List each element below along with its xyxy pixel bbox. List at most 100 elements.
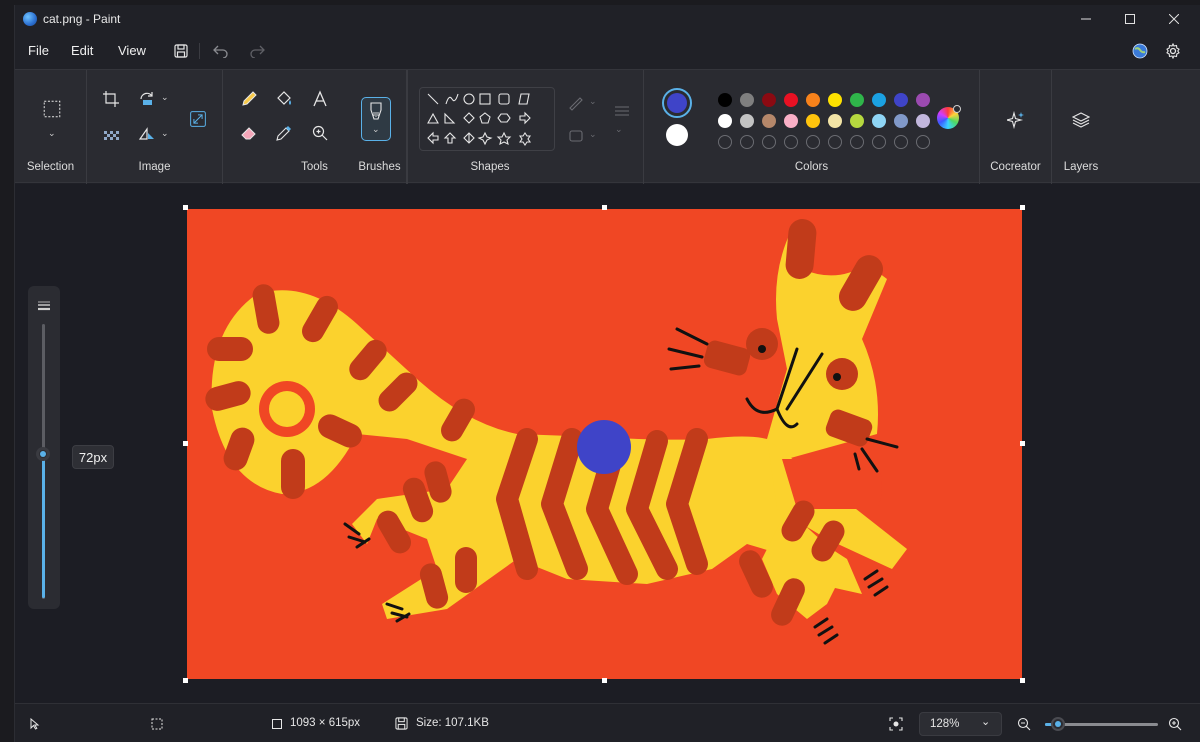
- primary-color-ring[interactable]: [662, 88, 692, 118]
- palette-swatch[interactable]: [806, 93, 820, 107]
- palette-swatch[interactable]: [850, 114, 864, 128]
- zoom-value: 128%: [930, 718, 960, 730]
- custom-color-slot[interactable]: [828, 135, 842, 149]
- palette-swatch[interactable]: [894, 114, 908, 128]
- resize-handle-top-right[interactable]: [1020, 205, 1025, 210]
- palette-swatch[interactable]: [828, 93, 842, 107]
- brush-size-thumb[interactable]: [36, 447, 50, 461]
- rotate-button[interactable]: [135, 87, 159, 111]
- palette-swatch[interactable]: [718, 114, 732, 128]
- palette-swatch[interactable]: [916, 114, 930, 128]
- custom-color-slot[interactable]: [762, 135, 776, 149]
- chevron-down-icon[interactable]: ⌄: [372, 124, 380, 135]
- maximize-button[interactable]: [1108, 5, 1152, 33]
- outline-button[interactable]: [564, 91, 588, 115]
- undo-button[interactable]: [211, 41, 231, 61]
- fill-tool[interactable]: [272, 87, 296, 111]
- menu-file[interactable]: File: [28, 43, 49, 58]
- chevron-down-icon[interactable]: ⌄: [589, 129, 597, 140]
- custom-color-slot[interactable]: [894, 135, 908, 149]
- checkerboard-icon: [104, 131, 119, 140]
- zoom-out-icon[interactable]: [1017, 717, 1031, 731]
- palette-swatch[interactable]: [850, 93, 864, 107]
- custom-color-slot[interactable]: [718, 135, 732, 149]
- close-icon: [1169, 14, 1179, 24]
- palette-swatch[interactable]: [894, 93, 908, 107]
- add-color-icon: [953, 105, 961, 113]
- palette-swatch[interactable]: [762, 93, 776, 107]
- resize-handle-bottom-left[interactable]: [183, 678, 188, 683]
- zoom-slider-thumb[interactable]: [1051, 717, 1065, 731]
- cocreator-button[interactable]: [1004, 108, 1028, 132]
- palette-swatch[interactable]: [762, 114, 776, 128]
- resize-handle-bottom-right[interactable]: [1020, 678, 1025, 683]
- zoom-dropdown[interactable]: 128% ⌄: [919, 712, 1002, 736]
- stroke-size-button[interactable]: [610, 99, 634, 123]
- chevron-down-icon[interactable]: ⌄: [48, 128, 56, 139]
- group-label-image: Image: [138, 161, 171, 173]
- minimize-button[interactable]: [1064, 5, 1108, 33]
- status-bar: 1093 × 615px Size: 107.1KB 128% ⌄: [15, 703, 1200, 742]
- palette-swatch[interactable]: [740, 93, 754, 107]
- custom-color-slot[interactable]: [916, 135, 930, 149]
- palette-swatch[interactable]: [872, 93, 886, 107]
- resize-handle-left[interactable]: [183, 441, 188, 446]
- chevron-down-icon[interactable]: ⌄: [161, 128, 169, 139]
- chevron-down-icon[interactable]: ⌄: [589, 96, 597, 107]
- maximize-icon: [1125, 14, 1135, 24]
- fill-button[interactable]: [564, 124, 588, 148]
- resize-handle-top[interactable]: [602, 205, 607, 210]
- layers-button[interactable]: [1069, 108, 1093, 132]
- chevron-down-icon[interactable]: ⌄: [615, 124, 623, 135]
- palette-swatch[interactable]: [828, 114, 842, 128]
- palette-swatch[interactable]: [784, 93, 798, 107]
- redo-button[interactable]: [247, 41, 267, 61]
- fit-to-window-icon[interactable]: [889, 717, 903, 731]
- text-tool[interactable]: [308, 87, 332, 111]
- custom-color-slot[interactable]: [740, 135, 754, 149]
- save-button[interactable]: [171, 41, 191, 61]
- rectangle-shape-icon: [479, 93, 491, 105]
- shapes-icons[interactable]: [424, 90, 554, 150]
- palette-swatch[interactable]: [740, 114, 754, 128]
- settings-button[interactable]: [1163, 41, 1183, 61]
- resize-handle-right[interactable]: [1020, 441, 1025, 446]
- drawing-canvas[interactable]: [187, 209, 1022, 679]
- curve-shape-icon: [445, 93, 459, 105]
- color-picker-tool[interactable]: [272, 121, 296, 145]
- selection-tool[interactable]: [39, 96, 65, 122]
- star-four-icon: [477, 131, 493, 146]
- undo-icon: [213, 45, 228, 58]
- diamond-shape-icon: [463, 112, 475, 124]
- pencil-tool[interactable]: [237, 87, 261, 111]
- custom-color-slot[interactable]: [806, 135, 820, 149]
- palette-swatch[interactable]: [784, 114, 798, 128]
- flip-button[interactable]: [135, 123, 159, 147]
- secondary-color-swatch[interactable]: [666, 124, 688, 146]
- resize-handle-top-left[interactable]: [183, 205, 188, 210]
- eraser-tool[interactable]: [237, 121, 261, 145]
- custom-color-slot[interactable]: [872, 135, 886, 149]
- palette-swatch[interactable]: [718, 93, 732, 107]
- custom-color-slot[interactable]: [784, 135, 798, 149]
- paint-app-icon: [23, 12, 37, 26]
- resize-button[interactable]: [185, 106, 211, 132]
- close-button[interactable]: [1152, 5, 1196, 33]
- crop-button[interactable]: [99, 87, 123, 111]
- resize-handle-bottom[interactable]: [602, 678, 607, 683]
- custom-color-slot[interactable]: [850, 135, 864, 149]
- palette-swatch[interactable]: [806, 114, 820, 128]
- magnifier-tool[interactable]: [308, 121, 332, 145]
- account-button[interactable]: [1130, 41, 1150, 61]
- palette-swatch[interactable]: [916, 93, 930, 107]
- brushes-button[interactable]: ⌄: [361, 97, 391, 141]
- zoom-in-icon[interactable]: [1168, 717, 1182, 731]
- menu-divider: [199, 43, 200, 59]
- rectangle-select-icon: [43, 100, 61, 118]
- primary-color-swatch[interactable]: [667, 93, 687, 113]
- menu-view[interactable]: View: [118, 43, 146, 58]
- menu-edit[interactable]: Edit: [71, 43, 93, 58]
- chevron-down-icon[interactable]: ⌄: [161, 92, 169, 103]
- background-removal-button[interactable]: [99, 123, 123, 147]
- palette-swatch[interactable]: [872, 114, 886, 128]
